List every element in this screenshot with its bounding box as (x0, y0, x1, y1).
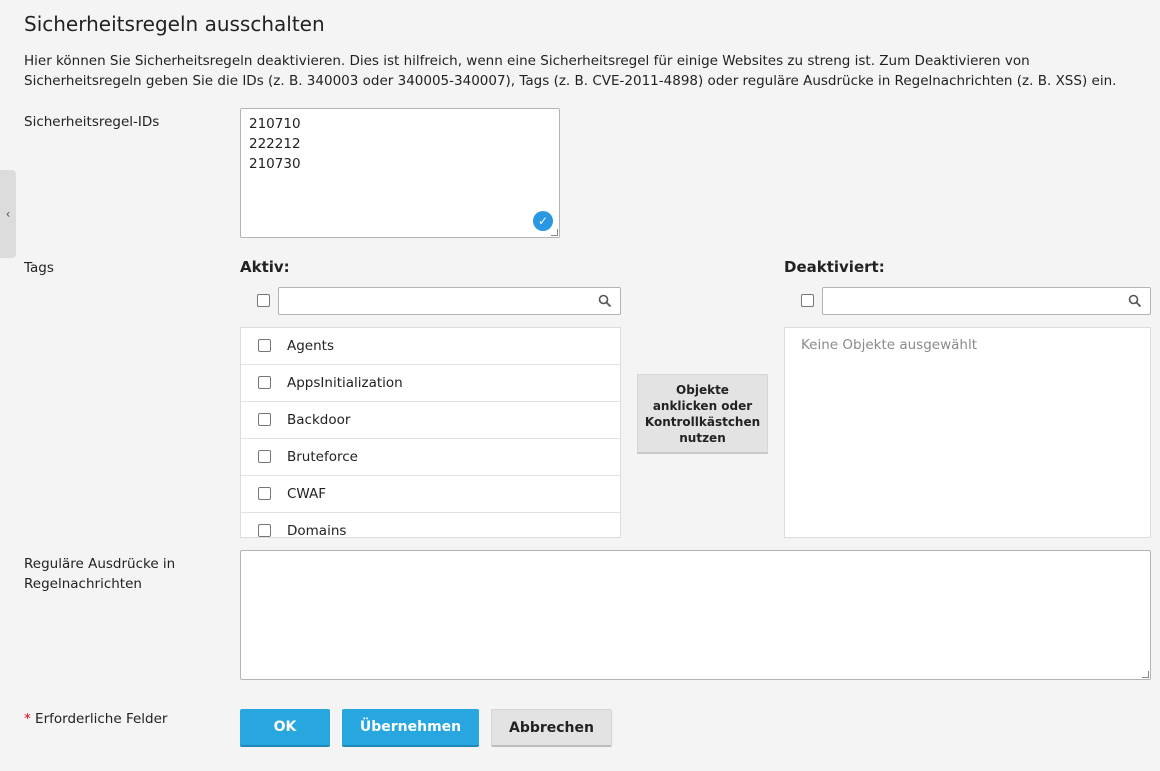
regex-textarea[interactable] (240, 550, 1151, 680)
tag-checkbox[interactable] (258, 339, 271, 352)
required-label: Erforderliche Felder (35, 711, 168, 727)
move-items-button[interactable]: Objekte anklicken oder Kontrollkästchen … (637, 374, 768, 454)
active-heading: Aktiv: (240, 258, 290, 276)
required-fields-note: * Erforderliche Felder (24, 711, 167, 727)
inactive-tags-list[interactable]: Keine Objekte ausgewählt (784, 327, 1151, 538)
resize-handle[interactable] (551, 229, 558, 236)
ids-label: Sicherheitsregel-IDs (24, 114, 160, 130)
regex-label: Reguläre Ausdrücke in Regelnachrichten (24, 556, 176, 592)
ids-line: 210710 (249, 116, 301, 132)
ids-line: 210730 (249, 156, 301, 172)
collapse-panel-button[interactable]: ‹ (0, 170, 16, 258)
check-circle-icon: ✓ (533, 211, 553, 231)
inactive-search-input[interactable] (822, 287, 1151, 315)
list-item[interactable]: Domains (241, 513, 620, 538)
resize-handle[interactable] (1142, 671, 1149, 678)
tag-label: Bruteforce (287, 449, 358, 465)
tag-checkbox[interactable] (258, 376, 271, 389)
tag-label: Domains (287, 523, 347, 538)
ids-textarea[interactable]: 210710 222212 210730 ✓ (240, 108, 560, 238)
tag-checkbox[interactable] (258, 524, 271, 537)
active-tags-list[interactable]: Agents AppsInitialization Backdoor Brute… (240, 327, 621, 538)
select-all-inactive-checkbox[interactable] (801, 294, 814, 307)
page-description: Hier können Sie Sicherheitsregeln deakti… (24, 53, 1117, 89)
required-star: * (24, 711, 31, 727)
select-all-active-checkbox[interactable] (257, 294, 270, 307)
tag-label: Backdoor (287, 412, 351, 428)
tag-label: Agents (287, 338, 334, 354)
search-icon (1128, 294, 1142, 308)
tags-label: Tags (24, 260, 54, 276)
tag-label: CWAF (287, 486, 327, 502)
cancel-button[interactable]: Abbrechen (491, 709, 612, 747)
ids-line: 222212 (249, 136, 301, 152)
empty-list-text: Keine Objekte ausgewählt (801, 337, 978, 353)
apply-button[interactable]: Übernehmen (342, 709, 479, 747)
list-item[interactable]: CWAF (241, 476, 620, 513)
tag-checkbox[interactable] (258, 487, 271, 500)
page-title: Sicherheitsregeln ausschalten (24, 12, 325, 36)
list-item[interactable]: Bruteforce (241, 439, 620, 476)
list-item[interactable]: Agents (241, 328, 620, 365)
search-icon (598, 294, 612, 308)
tag-label: AppsInitialization (287, 375, 403, 391)
list-item[interactable]: AppsInitialization (241, 365, 620, 402)
tag-checkbox[interactable] (258, 450, 271, 463)
chevron-left-icon: ‹ (5, 207, 11, 221)
ok-button[interactable]: OK (240, 709, 330, 747)
tag-checkbox[interactable] (258, 413, 271, 426)
inactive-heading: Deaktiviert: (784, 258, 885, 276)
active-search-input[interactable] (278, 287, 621, 315)
list-item[interactable]: Backdoor (241, 402, 620, 439)
